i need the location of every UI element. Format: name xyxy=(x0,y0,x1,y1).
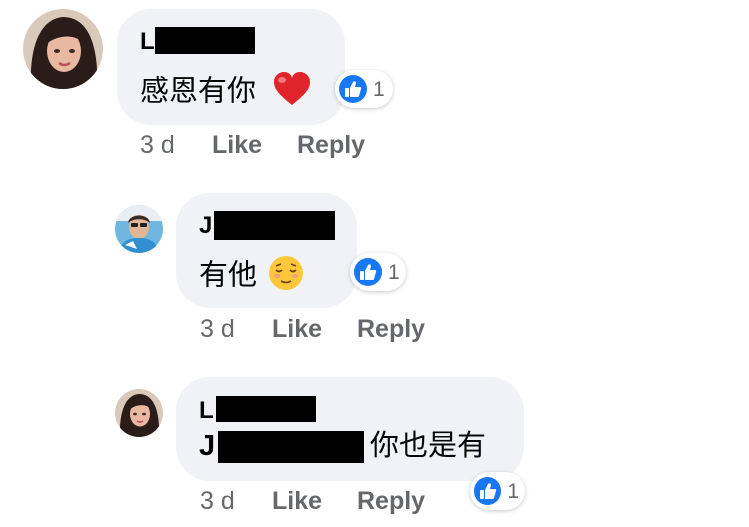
thumbs-up-icon xyxy=(339,75,367,103)
thumbs-up-icon xyxy=(474,477,502,505)
like-button-3[interactable]: Like xyxy=(272,487,322,516)
comment-text-3-content: 你也是有 xyxy=(370,428,487,462)
red-heart-icon xyxy=(273,71,311,114)
avatar-comment-1[interactable] xyxy=(23,9,103,89)
redacted-name-1 xyxy=(155,27,255,54)
reply-button-2[interactable]: Reply xyxy=(357,315,425,344)
relieved-face-icon xyxy=(268,255,304,298)
reaction-badge-2[interactable]: 1 xyxy=(350,253,406,291)
comment-text-1: 感恩有你 xyxy=(140,71,311,114)
comment-text-2: 有他 xyxy=(199,255,304,298)
like-button-2[interactable]: Like xyxy=(272,315,322,344)
reaction-count-1: 1 xyxy=(373,77,385,101)
thumbs-up-icon xyxy=(354,258,382,286)
comment-time-1[interactable]: 3 d xyxy=(140,131,175,160)
comment-author-1[interactable]: L xyxy=(140,29,155,55)
reaction-badge-1[interactable]: 1 xyxy=(335,70,393,108)
comment-text-2-content: 有他 xyxy=(199,257,258,292)
reply-button-3[interactable]: Reply xyxy=(357,487,425,516)
reaction-count-2: 1 xyxy=(388,260,400,284)
redacted-name-2 xyxy=(214,211,335,240)
avatar-comment-2[interactable] xyxy=(115,205,163,253)
comment-text-1-content: 感恩有你 xyxy=(140,73,257,108)
comment-time-3[interactable]: 3 d xyxy=(200,487,235,516)
reaction-badge-3[interactable]: 1 xyxy=(470,472,525,510)
mention-tag[interactable]: J xyxy=(199,430,215,462)
avatar-comment-3[interactable] xyxy=(115,389,163,437)
comment-time-2[interactable]: 3 d xyxy=(200,315,235,344)
comment-author-2[interactable]: J xyxy=(199,213,212,239)
comment-text-3: J xyxy=(199,428,215,463)
like-button-1[interactable]: Like xyxy=(212,131,262,160)
redacted-mention xyxy=(218,431,364,463)
reply-button-1[interactable]: Reply xyxy=(297,131,365,160)
reaction-count-3: 1 xyxy=(507,479,519,503)
redacted-name-3 xyxy=(216,396,316,422)
comment-author-3[interactable]: L xyxy=(199,398,214,424)
